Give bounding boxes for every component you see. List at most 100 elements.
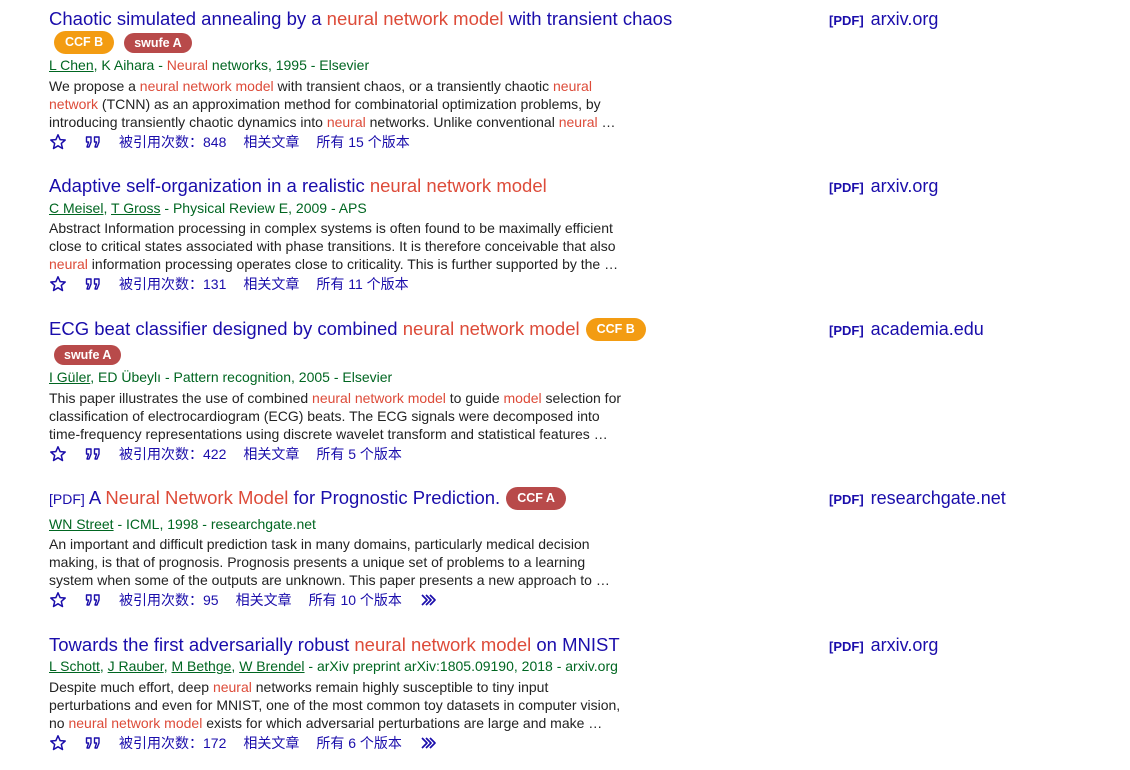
author-link[interactable]: L Schott [49, 658, 100, 674]
publication-info: , ED Übeylı - Pattern recognition, 2005 … [90, 369, 393, 385]
author-link[interactable]: I Güler [49, 369, 90, 385]
publication-info: - Physical Review E, 2009 - APS [160, 200, 367, 216]
snippet-text: time-frequency representations using dis… [49, 426, 608, 442]
venue-highlight: Neural [166, 57, 209, 73]
snippet-line: perturbations and even for MNIST, one of… [49, 696, 654, 714]
snippet-text: introducing transiently chaotic dynamics… [49, 114, 327, 130]
related-articles-link[interactable]: 相关文章 [243, 734, 299, 752]
related-articles-link[interactable]: 相关文章 [243, 275, 299, 293]
author-link[interactable]: T Gross [111, 200, 161, 216]
author-link[interactable]: W Brendel [239, 658, 304, 674]
snippet-text: classification of electrocardiogram (ECG… [49, 408, 600, 424]
snippet-highlight: network [49, 96, 99, 112]
all-versions-link[interactable]: 所有 6 个版本 [316, 734, 402, 752]
rank-badge: CCF B [54, 31, 115, 54]
publication-info: , [99, 658, 108, 674]
star-icon[interactable] [49, 445, 67, 463]
title-text: with transient chaos [503, 8, 673, 29]
result-snippet: An important and difficult prediction ta… [49, 535, 654, 589]
snippet-highlight: neural network model [68, 715, 203, 731]
author-link[interactable]: J Rauber [108, 658, 164, 674]
snippet-highlight: neural [326, 114, 366, 130]
rank-badge: swufe A [54, 345, 122, 365]
snippet-line: This paper illustrates the use of combin… [49, 389, 654, 407]
snippet-line: making, is that of prognosis. Prognosis … [49, 553, 654, 571]
pdf-label: [PDF] [829, 180, 864, 195]
result-title-link[interactable]: Adaptive self-organization in a realisti… [49, 175, 547, 197]
result-title-link[interactable]: ECG beat classifier designed by combined… [49, 317, 646, 342]
side-pdf-link[interactable]: [PDF] academia.edu [829, 318, 984, 342]
result-actions: 被引用次数：422 相关文章 所有 5 个版本 [49, 445, 419, 463]
author-publication-line: I Güler, ED Übeylı - Pattern recognition… [49, 368, 392, 386]
side-pdf-link[interactable]: [PDF] arxiv.org [829, 8, 938, 32]
badge-row: swufe A [54, 345, 122, 365]
all-versions-link[interactable]: 所有 5 个版本 [316, 445, 402, 463]
snippet-line: close to critical states associated with… [49, 237, 654, 255]
all-versions-link[interactable]: 所有 10 个版本 [309, 591, 402, 609]
star-icon[interactable] [49, 591, 67, 609]
author-link[interactable]: M Bethge [171, 658, 231, 674]
more-actions-icon[interactable] [419, 591, 439, 609]
snippet-line: introducing transiently chaotic dynamics… [49, 113, 654, 131]
snippet-line: time-frequency representations using dis… [49, 425, 654, 443]
result-title-link[interactable]: [PDF] A Neural Network Model for Prognos… [49, 486, 566, 511]
pdf-label: [PDF] [829, 639, 864, 654]
title-highlight: neural network model [369, 175, 547, 196]
snippet-text: (TCNN) as an approximation method for co… [98, 96, 601, 112]
cited-by-link[interactable]: 被引用次数：131 [119, 275, 226, 293]
cite-quote-icon[interactable] [84, 275, 102, 293]
side-pdf-link[interactable]: [PDF] arxiv.org [829, 634, 938, 658]
pdf-source-domain: arxiv.org [865, 635, 939, 655]
snippet-text: We propose a [49, 78, 140, 94]
all-versions-link[interactable]: 所有 15 个版本 [316, 133, 409, 151]
snippet-highlight: neural [558, 114, 598, 130]
rank-badge: CCF B [585, 317, 646, 341]
star-icon[interactable] [49, 275, 67, 293]
snippet-text: networks. Unlike conventional [365, 114, 559, 130]
cited-by-link[interactable]: 被引用次数：848 [119, 133, 226, 151]
side-pdf-link[interactable]: [PDF] researchgate.net [829, 487, 1006, 511]
author-link[interactable]: WN Street [49, 516, 114, 532]
snippet-text: selection for [541, 390, 622, 406]
related-articles-link[interactable]: 相关文章 [243, 445, 299, 463]
related-articles-link[interactable]: 相关文章 [243, 133, 299, 151]
title-highlight: neural network model [402, 318, 580, 339]
result-snippet: We propose a neural network model with t… [49, 77, 654, 131]
result-title-link[interactable]: Towards the first adversarially robust n… [49, 634, 620, 656]
cite-quote-icon[interactable] [84, 734, 102, 752]
snippet-text: … [597, 114, 616, 130]
result-snippet: Abstract Information processing in compl… [49, 219, 654, 273]
related-articles-link[interactable]: 相关文章 [236, 591, 292, 609]
cited-by-link[interactable]: 被引用次数：172 [119, 734, 226, 752]
all-versions-link[interactable]: 所有 11 个版本 [316, 275, 408, 293]
snippet-text: exists for which adversarial perturbatio… [202, 715, 603, 731]
result-title-link[interactable]: Chaotic simulated annealing by a neural … [49, 8, 672, 30]
publication-info: - ICML, 1998 - researchgate.net [113, 516, 316, 532]
title-highlight: neural network model [326, 8, 504, 29]
more-actions-icon[interactable] [419, 734, 439, 752]
cited-by-link[interactable]: 被引用次数：422 [119, 445, 226, 463]
result-actions: 被引用次数：848 相关文章 所有 15 个版本 [49, 133, 427, 151]
author-link[interactable]: C Meisel [49, 200, 103, 216]
pdf-label: [PDF] [829, 492, 864, 507]
star-icon[interactable] [49, 133, 67, 151]
author-publication-line: L Chen, K Aihara - Neural networks, 1995… [49, 56, 369, 74]
snippet-highlight: neural [212, 679, 252, 695]
side-pdf-link[interactable]: [PDF] arxiv.org [829, 175, 938, 199]
cite-quote-icon[interactable] [84, 445, 102, 463]
cite-quote-icon[interactable] [84, 591, 102, 609]
snippet-text: perturbations and even for MNIST, one of… [49, 697, 621, 713]
snippet-highlight: neural network model [139, 78, 274, 94]
author-publication-line: C Meisel, T Gross - Physical Review E, 2… [49, 199, 367, 217]
rank-badge: swufe A [124, 32, 192, 53]
snippet-text: information processing operates close to… [87, 256, 619, 272]
pdf-source-domain: arxiv.org [865, 176, 939, 196]
snippet-line: neural information processing operates c… [49, 255, 654, 273]
cited-by-link[interactable]: 被引用次数：95 [119, 591, 219, 609]
title-text: for Prognostic Prediction. [288, 487, 501, 508]
star-icon[interactable] [49, 734, 67, 752]
snippet-text: no [49, 715, 69, 731]
cite-quote-icon[interactable] [84, 133, 102, 151]
snippet-text: making, is that of prognosis. Prognosis … [49, 554, 586, 570]
author-link[interactable]: L Chen [49, 57, 94, 73]
